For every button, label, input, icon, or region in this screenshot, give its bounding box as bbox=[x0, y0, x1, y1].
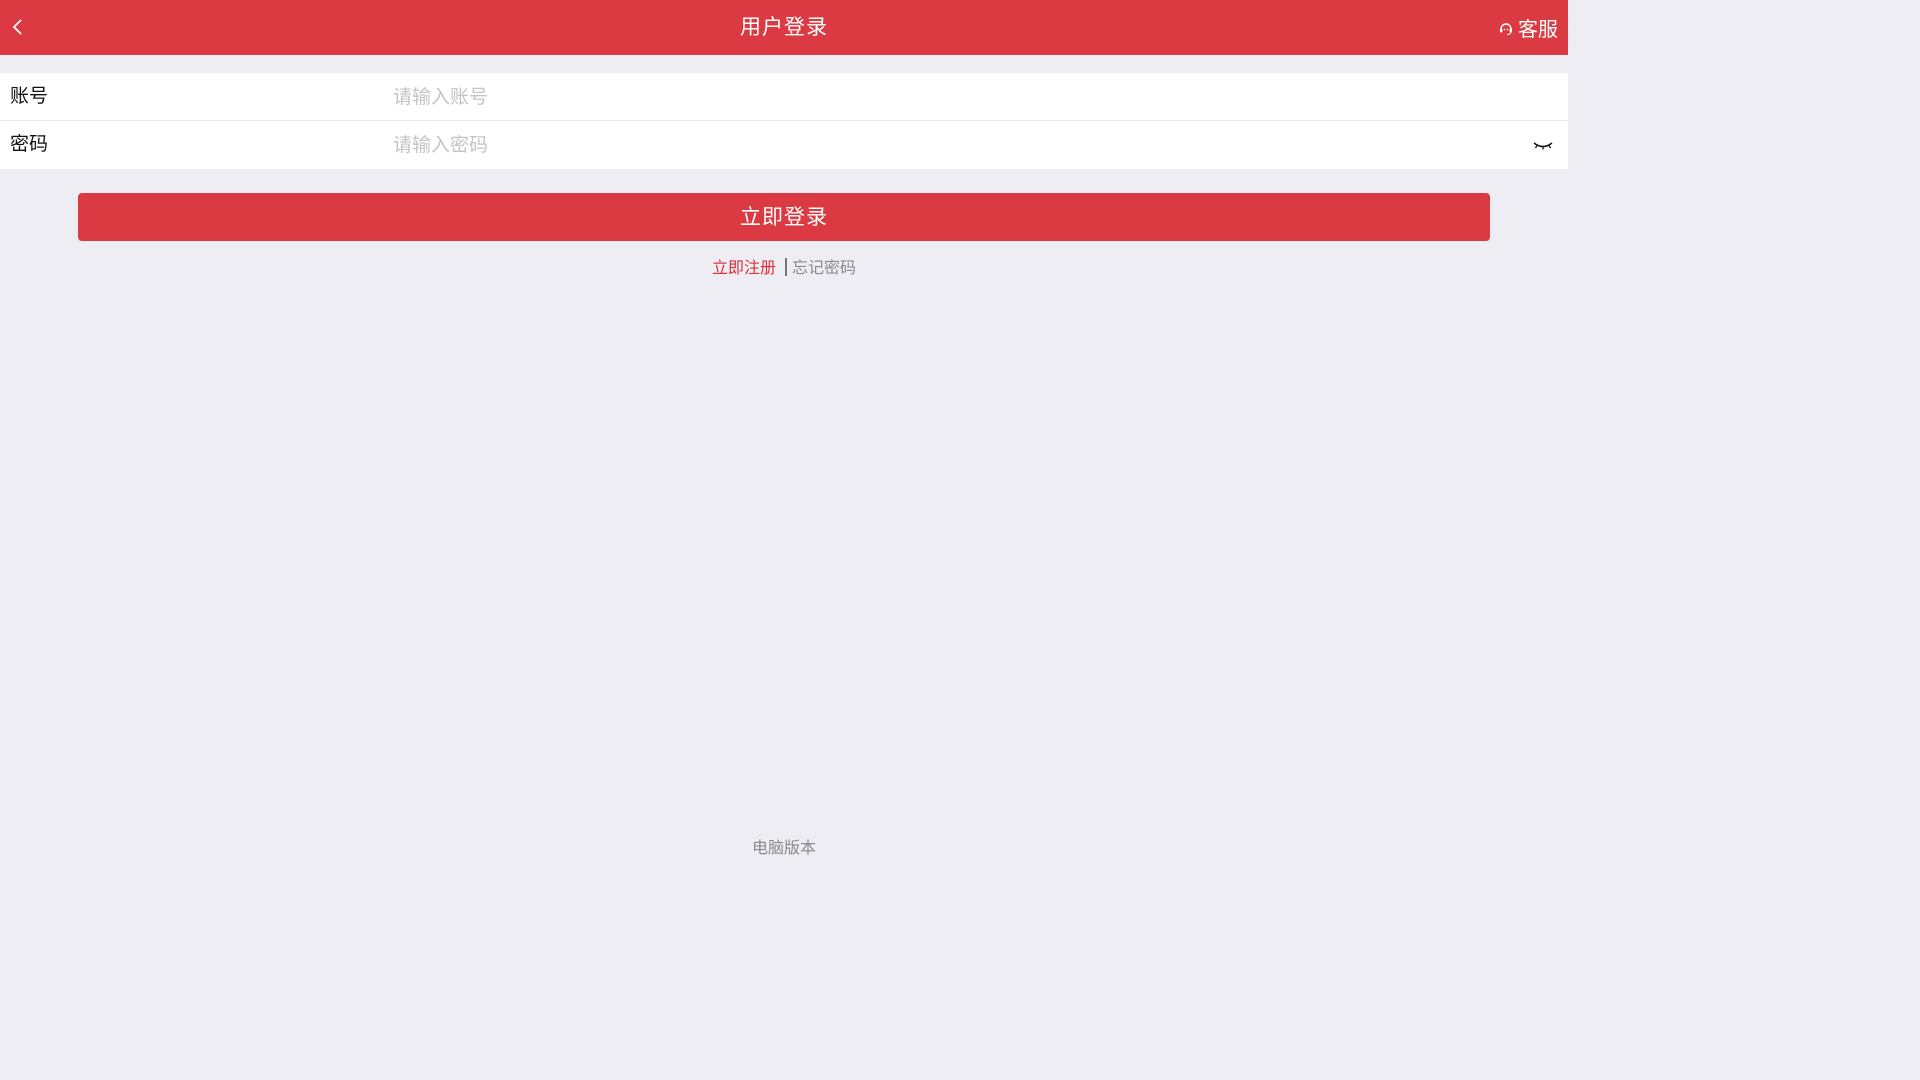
customer-service-button[interactable]: 客服 bbox=[1498, 0, 1558, 55]
top-bar: 用户登录 客服 bbox=[0, 0, 1568, 55]
forgot-password-link[interactable]: 忘记密码 bbox=[792, 258, 856, 277]
link-divider bbox=[785, 258, 787, 276]
auth-links: 立即注册 忘记密码 bbox=[0, 256, 1568, 280]
headset-icon bbox=[1498, 20, 1514, 36]
page-title: 用户登录 bbox=[740, 15, 828, 39]
login-button[interactable]: 立即登录 bbox=[78, 193, 1490, 241]
desktop-version-link[interactable]: 电脑版本 bbox=[0, 834, 1568, 858]
password-row: 密码 bbox=[0, 121, 1568, 169]
password-label: 密码 bbox=[10, 133, 49, 155]
account-row: 账号 bbox=[0, 73, 1568, 121]
register-link[interactable]: 立即注册 bbox=[712, 258, 776, 277]
account-label: 账号 bbox=[10, 85, 49, 107]
eye-closed-icon bbox=[1533, 142, 1553, 150]
password-input[interactable] bbox=[393, 129, 1493, 161]
login-form: 账号 密码 bbox=[0, 73, 1568, 169]
account-input[interactable] bbox=[393, 81, 1493, 113]
password-visibility-toggle[interactable] bbox=[1532, 135, 1554, 155]
customer-service-label: 客服 bbox=[1518, 17, 1558, 41]
